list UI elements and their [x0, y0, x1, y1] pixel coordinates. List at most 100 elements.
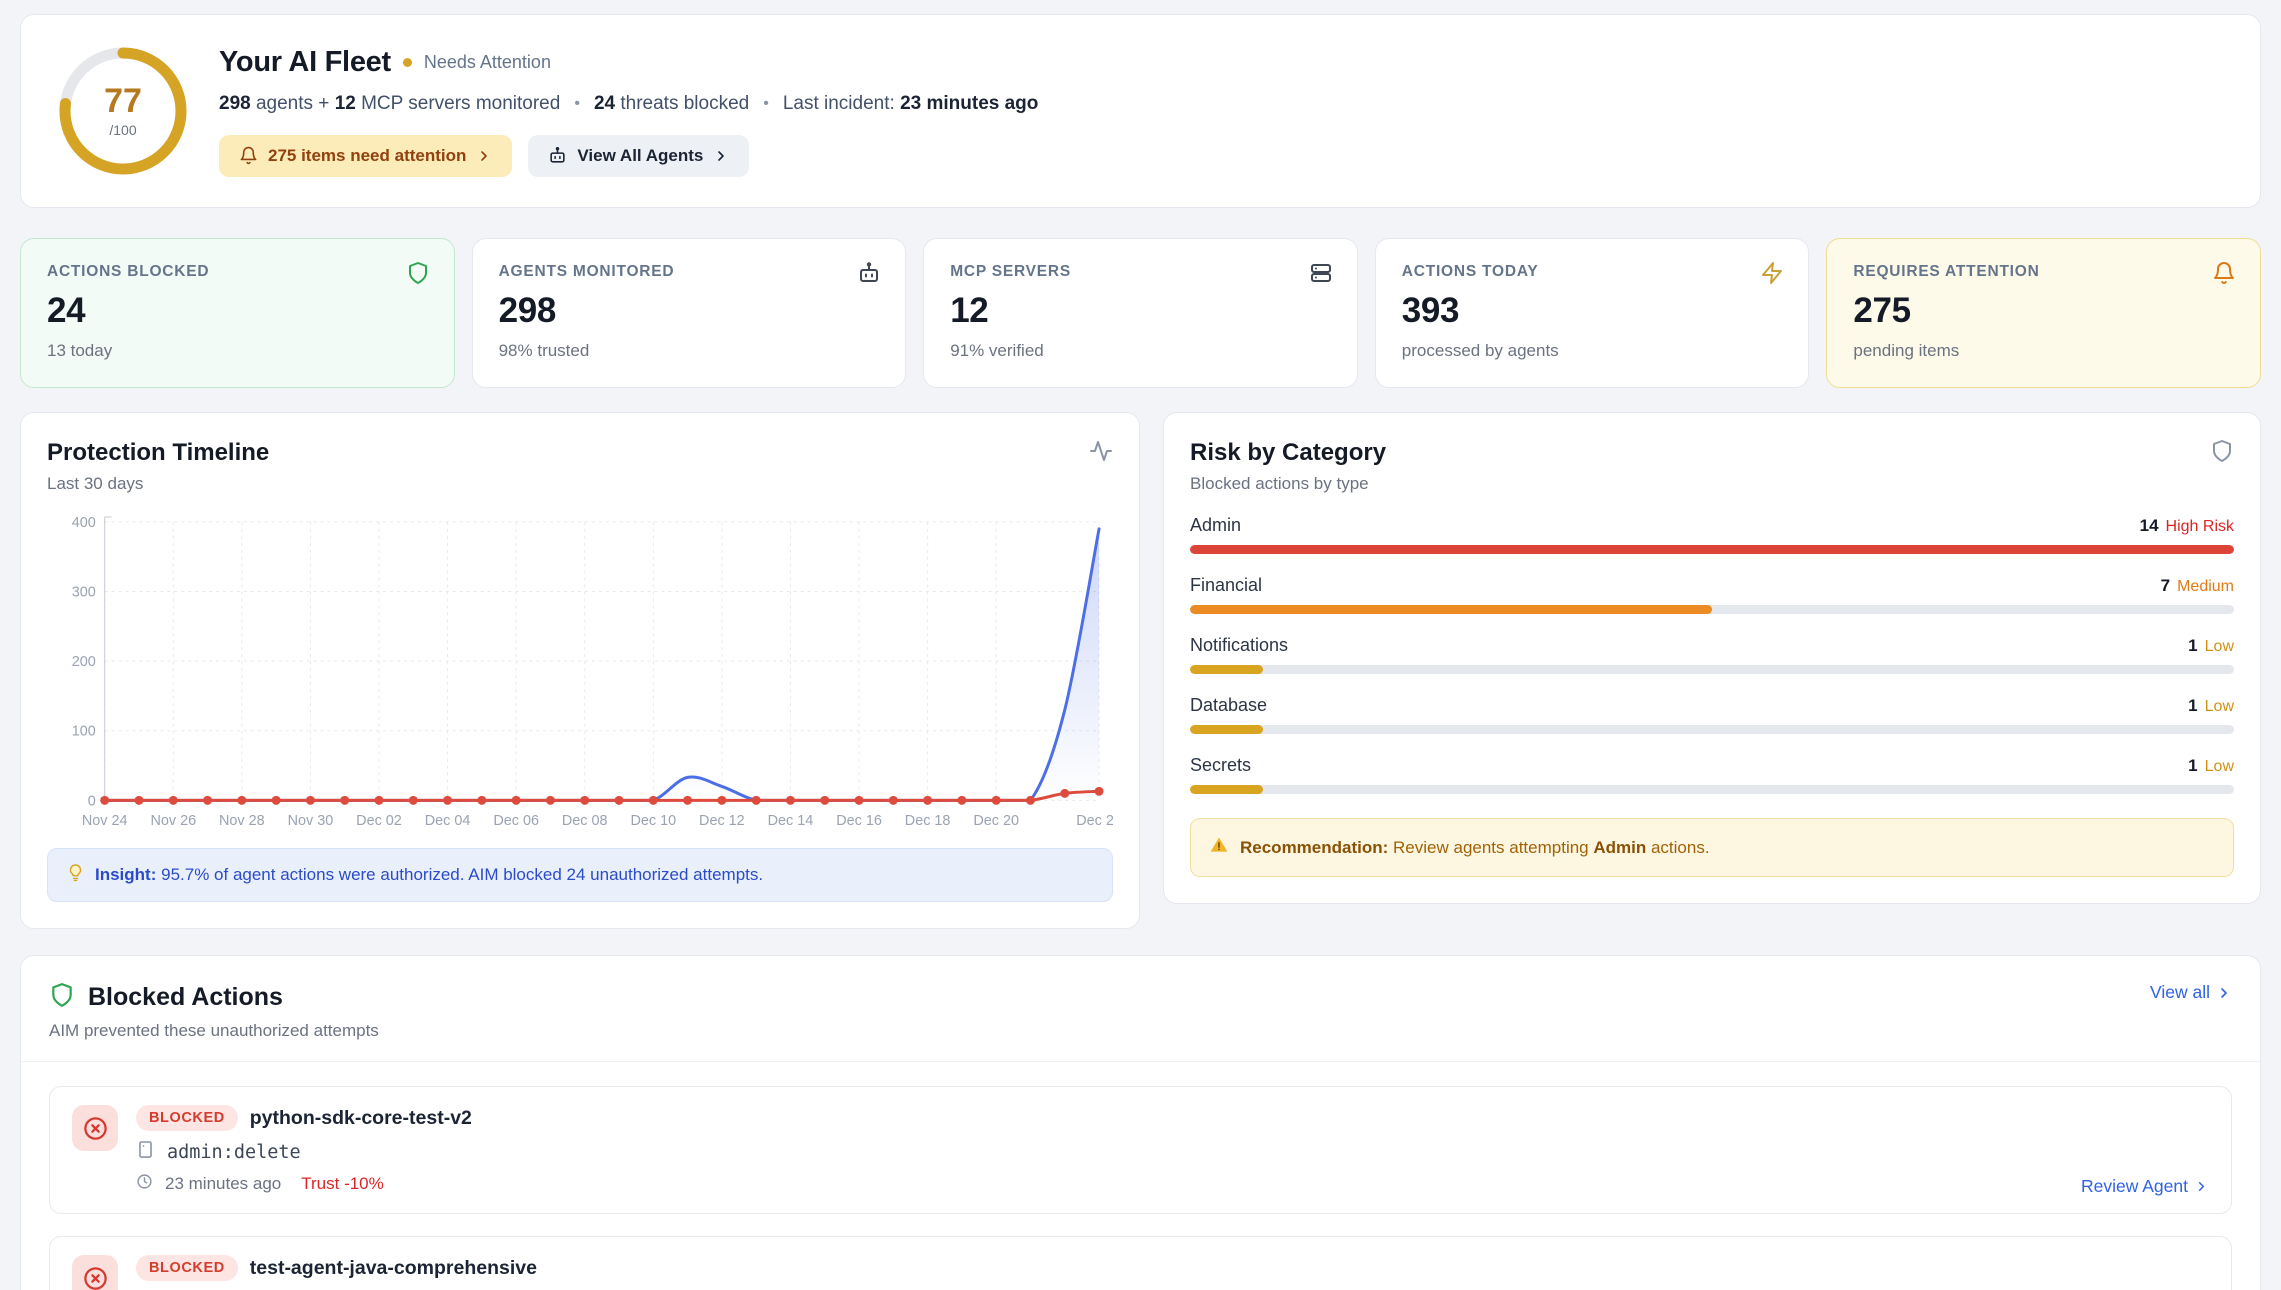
risk-bar-fill	[1190, 725, 1263, 734]
recommendation-banner: Recommendation: Review agents attempting…	[1190, 818, 2234, 877]
protection-timeline-chart: 0 100 200 300 400 Nov 24 Nov 26 Nov 28 Nov 30 Dec…	[47, 508, 1113, 836]
bell-icon	[239, 146, 258, 165]
circle-x-icon	[72, 1105, 118, 1151]
risk-bar-track	[1190, 605, 2234, 614]
page-title: Your AI Fleet	[219, 46, 391, 79]
stat-card-requires-attention: REQUIRES ATTENTION 275 pending items	[1826, 238, 2261, 388]
risk-by-category-panel: Risk by Category Blocked actions by type…	[1163, 412, 2261, 904]
risk-row-admin: Admin 14High Risk	[1190, 515, 2234, 554]
svg-text:Dec 04: Dec 04	[425, 813, 471, 829]
blocked-badge: BLOCKED	[136, 1255, 238, 1281]
blocked-action-item: BLOCKED test-agent-java-comprehensive pa…	[49, 1236, 2232, 1290]
incident-time: 23 minutes ago	[900, 93, 1038, 115]
warning-icon	[1209, 835, 1229, 860]
agents-count: 298	[219, 93, 251, 115]
svg-text:100: 100	[72, 724, 96, 740]
svg-text:300: 300	[72, 584, 96, 600]
blocked-action-name: admin:delete	[167, 1142, 301, 1163]
insight-banner: Insight: 95.7% of agent actions were aut…	[47, 848, 1113, 902]
stats-row: ACTIONS BLOCKED 24 13 today AGENTS MONIT…	[20, 238, 2261, 388]
blocked-actions-list: BLOCKED python-sdk-core-test-v2 admin:de…	[21, 1062, 2260, 1290]
agent-name: test-agent-java-comprehensive	[250, 1257, 537, 1280]
shield-icon	[406, 261, 430, 290]
fleet-header-card: 77 /100 Your AI Fleet Needs Attention 29…	[20, 14, 2261, 208]
mcp-count: 12	[335, 93, 356, 115]
health-score-gauge: 77 /100	[57, 45, 189, 177]
robot-icon	[857, 261, 881, 290]
risk-row-financial: Financial 7Medium	[1190, 575, 2234, 614]
view-all-agents-button[interactable]: View All Agents	[528, 135, 749, 177]
risk-bar-fill	[1190, 545, 2234, 554]
risk-subtitle: Blocked actions by type	[1190, 474, 1386, 494]
file-icon	[136, 1140, 155, 1164]
svg-text:Dec 14: Dec 14	[768, 813, 814, 829]
protection-timeline-panel: Protection Timeline Last 30 days 0100200…	[20, 412, 1140, 929]
svg-text:Dec 20: Dec 20	[973, 813, 1019, 829]
blocked-actions-title: Blocked Actions	[88, 983, 283, 1012]
risk-bar-track	[1190, 665, 2234, 674]
chevron-right-icon	[713, 148, 729, 164]
review-agent-link[interactable]: Review Agent	[2081, 1176, 2209, 1197]
status-text: Needs Attention	[424, 52, 551, 73]
svg-text:Dec 12: Dec 12	[699, 813, 745, 829]
blocked-action-item: BLOCKED python-sdk-core-test-v2 admin:de…	[49, 1086, 2232, 1214]
timeline-title: Protection Timeline	[47, 439, 269, 467]
svg-text:Dec 18: Dec 18	[905, 813, 951, 829]
chevron-right-icon	[2216, 985, 2232, 1001]
stat-card-mcp-servers: MCP SERVERS 12 91% verified	[923, 238, 1358, 388]
chevron-right-icon	[2194, 1179, 2209, 1194]
risk-row-secrets: Secrets 1Low	[1190, 755, 2234, 794]
risk-bar-track	[1190, 725, 2234, 734]
svg-text:Dec 06: Dec 06	[493, 813, 539, 829]
svg-text:Nov 24: Nov 24	[82, 813, 128, 829]
svg-text:Dec 16: Dec 16	[836, 813, 882, 829]
health-score-max: /100	[109, 122, 136, 138]
shield-icon	[2210, 439, 2234, 468]
server-icon	[1309, 261, 1333, 290]
circle-x-icon	[72, 1255, 118, 1290]
chevron-right-icon	[476, 148, 492, 164]
svg-text:Dec 08: Dec 08	[562, 813, 608, 829]
svg-text:Nov 26: Nov 26	[150, 813, 196, 829]
view-all-link[interactable]: View all	[2150, 982, 2232, 1003]
svg-text:Nov 30: Nov 30	[288, 813, 334, 829]
risk-row-database: Database 1Low	[1190, 695, 2234, 734]
risk-bar-track	[1190, 545, 2234, 554]
items-need-attention-button[interactable]: 275 items need attention	[219, 135, 512, 177]
risk-bar-fill	[1190, 785, 1263, 794]
stat-card-agents-monitored: AGENTS MONITORED 298 98% trusted	[472, 238, 907, 388]
svg-text:200: 200	[72, 654, 96, 670]
risk-bar-fill	[1190, 665, 1263, 674]
risk-rows: Admin 14High Risk Financial 7Medium Noti…	[1190, 515, 2234, 794]
agent-name: python-sdk-core-test-v2	[250, 1107, 472, 1130]
svg-text:Nov 28: Nov 28	[219, 813, 265, 829]
dashboard-page: 77 /100 Your AI Fleet Needs Attention 29…	[0, 0, 2281, 1290]
blocked-badge: BLOCKED	[136, 1105, 238, 1131]
shield-icon	[49, 982, 75, 1013]
status-dot	[403, 58, 412, 67]
risk-bar-track	[1190, 785, 2234, 794]
svg-text:Dec 10: Dec 10	[630, 813, 676, 829]
stat-card-actions-today: ACTIONS TODAY 393 processed by agents	[1375, 238, 1810, 388]
clock-icon	[136, 1173, 153, 1195]
risk-bar-fill	[1190, 605, 1712, 614]
bell-icon	[2212, 261, 2236, 290]
robot-icon	[548, 146, 567, 165]
blocked-time: 23 minutes ago	[165, 1174, 281, 1194]
svg-text:0: 0	[88, 793, 96, 809]
lightning-icon	[1760, 261, 1784, 290]
stat-card-actions-blocked: ACTIONS BLOCKED 24 13 today	[20, 238, 455, 388]
svg-text:400: 400	[72, 515, 96, 531]
header-main: Your AI Fleet Needs Attention 298 agents…	[219, 46, 2224, 177]
activity-icon	[1089, 439, 1113, 468]
trust-delta: Trust -10%	[301, 1174, 384, 1194]
risk-title: Risk by Category	[1190, 439, 1386, 467]
fleet-summary: 298 agents + 12 MCP servers monitored • …	[219, 93, 2224, 115]
svg-text:Dec 02: Dec 02	[356, 813, 402, 829]
health-score-value: 77	[104, 84, 142, 118]
risk-row-notifications: Notifications 1Low	[1190, 635, 2234, 674]
blocked-actions-subtitle: AIM prevented these unauthorized attempt…	[49, 1021, 379, 1041]
svg-text:Dec 23: Dec 23	[1076, 813, 1113, 829]
threats-count: 24	[594, 93, 615, 115]
lightbulb-icon	[66, 863, 85, 887]
